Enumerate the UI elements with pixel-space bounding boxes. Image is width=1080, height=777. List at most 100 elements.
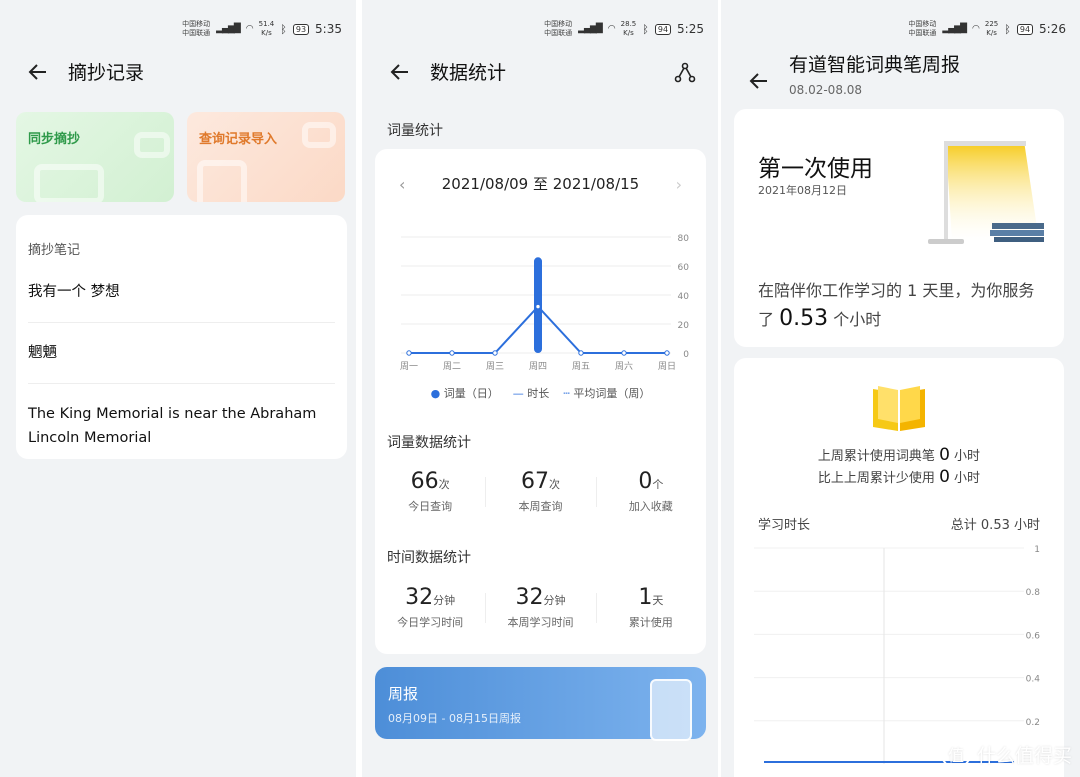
status-bar: 中国移动 中国联通 ▂▄▆█ ◠ 28.5 K/s ᛒ 94 5:25: [544, 14, 704, 44]
net-speed: 28.5: [620, 20, 637, 28]
signal-icon: ▂▄▆█: [942, 24, 967, 34]
watermark-logo-icon: 值: [940, 739, 971, 769]
legend-daily-label: 词量（日）: [443, 387, 499, 400]
phone-report-icon: [650, 679, 692, 741]
stat-unit: 个: [652, 478, 664, 491]
stat-value: 32: [515, 585, 544, 610]
net-speed-unit: K/s: [986, 29, 997, 37]
notes-heading: 摘抄笔记: [28, 243, 81, 258]
wifi-icon: ◠: [972, 24, 980, 34]
status-bar: 中国移动 中国联通 ▂▄▆█ ◠ 51.4 K/s ᛒ 93 5:35: [182, 14, 342, 44]
carrier-1: 中国移动: [908, 20, 937, 28]
battery-level: 94: [654, 23, 672, 35]
stat-label: 加入收藏: [628, 500, 673, 513]
first-use-date: 2021年08月12日: [758, 184, 847, 197]
stat-week-query: 67次本周查询: [485, 469, 595, 514]
carrier-1: 中国移动: [182, 20, 211, 28]
net-speed: 225: [984, 20, 999, 28]
net-speed-unit: K/s: [623, 29, 634, 37]
legend-avg-label: 平均词量（周）: [573, 387, 651, 400]
y-tick-label: 0.8: [1026, 588, 1041, 598]
note-item[interactable]: 魍魉: [28, 341, 335, 384]
clock: 5:25: [677, 22, 704, 36]
y-tick-label: 0.4: [1026, 675, 1041, 685]
carrier-2: 中国联通: [544, 29, 573, 37]
stat-value: 67: [520, 469, 549, 494]
back-arrow-icon[interactable]: [747, 69, 771, 93]
stat-today-time: 32分钟 今日学习时间: [375, 585, 485, 630]
weekly-dates: 08月09日 - 08月15日周报: [388, 712, 521, 725]
x-tick-label: 周二: [443, 361, 461, 372]
first-use-title: 第一次使用: [758, 156, 873, 182]
point-duration: [664, 350, 670, 356]
x-tick-label: 周四: [529, 361, 547, 372]
x-tick-label: 周五: [572, 361, 590, 372]
point-duration: [406, 350, 412, 356]
x-tick-label: 周日: [658, 361, 676, 372]
time-stats-row: 32分钟 今日学习时间 32分钟 本周学习时间 1天 累计使用: [375, 585, 706, 630]
sync-label: 同步摘抄: [28, 132, 81, 147]
page-title: 摘抄记录: [68, 62, 145, 84]
bluetooth-icon: ᛒ: [642, 22, 649, 36]
panel-excerpts: 中国移动 中国联通 ▂▄▆█ ◠ 51.4 K/s ᛒ 93 5:35 摘抄记录 同…: [0, 0, 356, 777]
stat-unit: 次: [438, 478, 450, 491]
battery-level: 94: [1016, 23, 1034, 35]
back-arrow-icon[interactable]: [26, 60, 50, 84]
share-icon[interactable]: [674, 62, 696, 88]
weekly-report-card[interactable]: 周报 08月09日 - 08月15日周报: [375, 667, 706, 741]
last-week-unit: 小时: [954, 449, 981, 464]
time-stats-title: 时间数据统计: [387, 550, 471, 566]
import-deco-icon: [197, 160, 247, 202]
statistics-card: ‹ 2021/08/09 至 2021/08/15 › 0 20 40 60 80 周一周…: [375, 149, 706, 654]
stat-value: 1: [638, 585, 653, 610]
stat-unit: 次: [548, 478, 560, 491]
sync-deco-icon: [34, 164, 104, 202]
y-tick-label: 1: [1034, 545, 1040, 555]
point-duration: [492, 350, 498, 356]
signal-icon: ▂▄▆█: [216, 24, 241, 34]
carrier-2: 中国联通: [182, 29, 211, 37]
point-duration: [621, 350, 627, 356]
carrier-2: 中国联通: [908, 29, 937, 37]
service-hours: 0.53: [779, 306, 829, 331]
back-arrow-icon[interactable]: [388, 60, 412, 84]
net-speed-unit: K/s: [261, 29, 272, 37]
desk-lamp-icon: [928, 141, 1044, 244]
chart-legend: ● 词量（日） — 时长 ┄ 平均词量（周）: [375, 385, 706, 401]
page-title: 有道智能词典笔周报: [789, 54, 961, 76]
panel-weekly-report: 中国移动 中国联通 ▂▄▆█ ◠ 225 K/s ᛒ 94 5:26 有道智能词典笔…: [721, 0, 1080, 777]
stat-label: 本周查询: [518, 500, 563, 513]
next-week-icon[interactable]: ›: [676, 175, 682, 194]
stat-label: 今日学习时间: [397, 616, 464, 629]
service-summary: 在陪伴你工作学习的 1 天里，为你服务了 0.53 个小时: [758, 277, 1048, 334]
signal-icon: ▂▄▆█: [578, 24, 603, 34]
legend-avg: ┄ 平均词量（周）: [563, 385, 650, 401]
import-history-card[interactable]: 查询记录导入: [187, 112, 345, 202]
stat-label: 本周学习时间: [507, 616, 574, 629]
date-range: 2021/08/09 至 2021/08/15: [441, 175, 640, 193]
stat-value: 66: [410, 469, 439, 494]
point-duration: [449, 350, 455, 356]
study-duration-label: 学习时长: [758, 518, 811, 533]
stat-today-query: 66次今日查询: [375, 469, 485, 514]
last-week-text: 上周累计使用词典笔: [817, 449, 935, 464]
note-item[interactable]: 我有一个 梦想: [28, 280, 335, 323]
y-tick-label: 0.6: [1026, 631, 1041, 641]
compare-usage: 比上上周累计少使用 0 小时: [734, 467, 1064, 487]
stat-label: 今日查询: [408, 500, 453, 513]
note-item[interactable]: The King Memorial is near the Abraham Li…: [28, 402, 335, 468]
last-week-usage: 上周累计使用词典笔 0 小时: [734, 445, 1064, 465]
legend-dot-icon: ●: [430, 387, 444, 400]
x-tick-label: 周三: [486, 361, 504, 372]
vocab-stats-row: 66次 今日查询 67次 本周查询 0个 加入收藏: [375, 469, 706, 514]
stat-week-time: 32分钟 本周学习时间: [485, 585, 595, 630]
vocab-stats-title: 词量数据统计: [387, 435, 471, 451]
stat-total-days: 1天 累计使用: [595, 585, 706, 630]
watermark: 值什么值得买: [940, 739, 1072, 769]
y-tick-label: 60: [678, 263, 690, 273]
wifi-icon: ◠: [607, 24, 616, 34]
stat-unit: 天: [652, 594, 664, 607]
sync-excerpts-card[interactable]: 同步摘抄: [16, 112, 174, 202]
weekly-title: 周报: [388, 685, 419, 703]
bluetooth-icon: ᛒ: [280, 22, 287, 36]
